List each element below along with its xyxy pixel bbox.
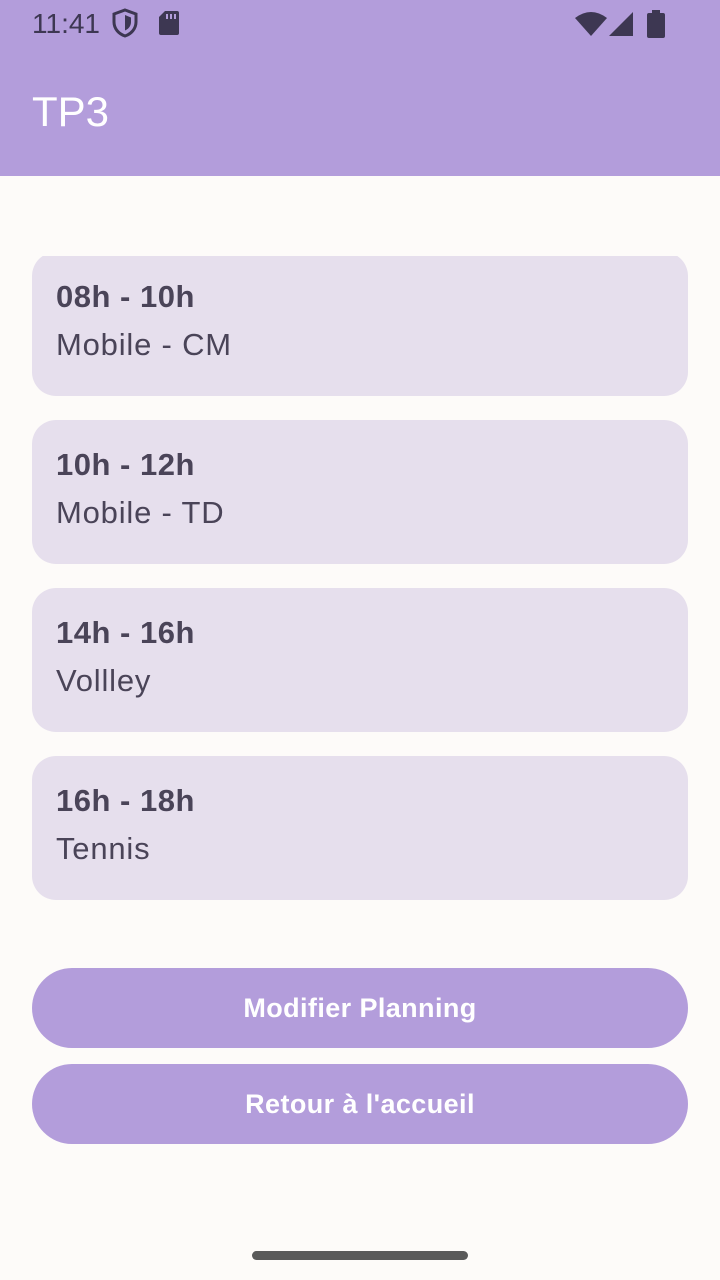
wifi-icon — [575, 12, 607, 36]
back-home-button[interactable]: Retour à l'accueil — [32, 1064, 688, 1144]
planning-item-time: 08h - 10h — [56, 279, 195, 314]
planning-list[interactable]: 08h - 10h Mobile - CM 10h - 12h Mobile -… — [32, 256, 688, 900]
planning-item-time: 16h - 18h — [56, 783, 195, 818]
planning-item-time: 10h - 12h — [56, 447, 195, 482]
signal-icon — [609, 12, 633, 36]
edit-planning-button[interactable]: Modifier Planning — [32, 968, 688, 1048]
status-time: 11:41 — [32, 8, 100, 39]
sd-card-icon — [159, 11, 179, 35]
planning-item: 14h - 16h Vollley — [32, 588, 688, 732]
home-indicator[interactable] — [252, 1251, 468, 1260]
shield-icon — [112, 8, 138, 38]
planning-item-time: 14h - 16h — [56, 615, 195, 650]
planning-item-subject: Vollley — [56, 663, 152, 698]
planning-item-subject: Mobile - CM — [56, 327, 232, 362]
app-title: TP3 — [32, 88, 110, 135]
planning-item-subject: Tennis — [56, 831, 151, 866]
app-bar: TP3 — [0, 48, 720, 176]
planning-item-subject: Mobile - TD — [56, 495, 225, 530]
planning-item: 08h - 10h Mobile - CM — [32, 256, 688, 396]
status-bar: 11:41 — [0, 0, 720, 48]
battery-icon — [647, 10, 665, 38]
planning-item: 10h - 12h Mobile - TD — [32, 420, 688, 564]
planning-item: 16h - 18h Tennis — [32, 756, 688, 900]
